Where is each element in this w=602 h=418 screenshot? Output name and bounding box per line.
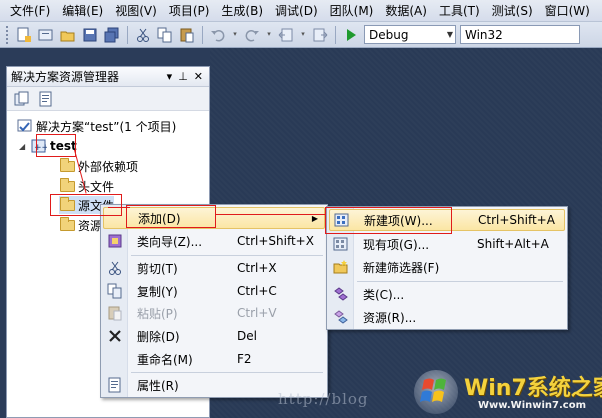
save-all-icon[interactable]	[103, 26, 121, 44]
menu-build[interactable]: 生成(B)	[215, 0, 269, 22]
solution-configuration-value: Debug	[369, 27, 409, 42]
existing-item-icon	[333, 236, 349, 252]
annotation-box-project	[36, 134, 76, 157]
show-all-files-icon[interactable]	[13, 90, 31, 108]
folder-context-menu: 添加(D) ▶ 类向导(Z)... Ctrl+Shift+X 剪切(T) Ctr…	[100, 204, 328, 398]
menu-data[interactable]: 数据(A)	[379, 0, 433, 22]
menu-tools[interactable]: 工具(T)	[433, 0, 486, 22]
properties-icon[interactable]	[37, 90, 55, 108]
annotation-box-new-item	[325, 207, 452, 234]
copy-icon	[107, 283, 123, 299]
menu-file[interactable]: 文件(F)	[4, 0, 56, 22]
window-position-icon[interactable]: ▾	[167, 70, 173, 83]
class-icon	[333, 286, 349, 302]
solution-explorer-titlebar: 解决方案资源管理器 ▾ ⊥ ✕	[7, 67, 209, 87]
tree-item-solution[interactable]: 解决方案“test”(1 个项目)	[17, 117, 176, 135]
menu-item-copy[interactable]: 复制(Y) Ctrl+C	[103, 280, 325, 302]
menu-view[interactable]: 视图(V)	[109, 0, 163, 22]
menu-team[interactable]: 团队(M)	[324, 0, 380, 22]
tree-item-resource-files[interactable]: 资源	[59, 216, 102, 234]
tree-item-solution-label: 解决方案“test”(1 个项目)	[36, 119, 177, 134]
menu-item-delete[interactable]: 删除(D) Del	[103, 325, 325, 347]
annotation-box-add	[126, 205, 216, 228]
watermark-logo: Win7系统之家 Www.Winwin7.com	[408, 366, 602, 418]
folder-icon	[59, 177, 75, 193]
open-folder-icon[interactable]	[59, 26, 77, 44]
menu-separator	[357, 281, 563, 282]
solution-explorer-toolbar	[7, 87, 209, 111]
watermark-url: http://blog	[278, 390, 369, 408]
new-filter-icon	[333, 259, 349, 275]
tree-item-label: 资源	[78, 218, 103, 233]
add-item-icon[interactable]	[37, 26, 55, 44]
tree-item-external-dependencies[interactable]: 外部依赖项	[59, 157, 138, 175]
menu-item-class[interactable]: 类(C)...	[329, 283, 565, 305]
redo-dropdown-icon[interactable]: ▾	[265, 26, 273, 44]
solution-platform-select[interactable]: Win32	[460, 25, 580, 44]
resource-icon	[333, 309, 349, 325]
copy-icon[interactable]	[156, 26, 174, 44]
close-icon[interactable]: ✕	[194, 70, 203, 83]
menu-test[interactable]: 测试(S)	[486, 0, 539, 22]
redo-icon[interactable]	[243, 26, 261, 44]
menu-item-class-wizard[interactable]: 类向导(Z)... Ctrl+Shift+X	[103, 230, 325, 252]
navigate-forward-icon[interactable]	[311, 26, 329, 44]
menu-item-new-filter[interactable]: 新建筛选器(F)	[329, 256, 565, 278]
folder-icon	[59, 157, 75, 173]
menu-item-rename[interactable]: 重命名(M) F2	[103, 348, 325, 370]
menu-edit[interactable]: 编辑(E)	[56, 0, 109, 22]
undo-dropdown-icon[interactable]: ▾	[231, 26, 239, 44]
menu-separator	[131, 372, 323, 373]
cut-icon	[107, 260, 123, 276]
solution-explorer-title: 解决方案资源管理器	[11, 70, 120, 84]
menu-window[interactable]: 窗口(W)	[539, 0, 596, 22]
paste-icon[interactable]	[178, 26, 196, 44]
collapse-triangle-icon[interactable]: ◢	[19, 142, 29, 151]
menu-item-cut[interactable]: 剪切(T) Ctrl+X	[103, 257, 325, 279]
undo-icon[interactable]	[209, 26, 227, 44]
chevron-down-icon: ▼	[446, 30, 453, 39]
watermark-site: Www.Winwin7.com	[478, 400, 587, 411]
standard-toolbar: ▾ ▾ ▾ Debug ▼ Win32	[0, 22, 602, 48]
solution-platform-value: Win32	[465, 27, 503, 42]
navigate-dropdown-icon[interactable]: ▾	[299, 26, 307, 44]
annotation-box-source-files	[50, 194, 122, 216]
menu-separator	[131, 255, 323, 256]
menu-item-resource[interactable]: 资源(R)...	[329, 306, 565, 328]
paste-icon	[107, 305, 123, 321]
tree-item-label: 外部依赖项	[78, 159, 139, 174]
properties-icon	[107, 377, 123, 393]
solution-configuration-select[interactable]: Debug ▼	[364, 25, 456, 44]
delete-icon	[107, 328, 123, 344]
solution-icon	[17, 119, 33, 133]
menu-item-existing-item[interactable]: 现有项(G)... Shift+Alt+A	[329, 233, 565, 255]
pin-icon[interactable]: ⊥	[178, 70, 188, 83]
menu-bar: 文件(F) 编辑(E) 视图(V) 项目(P) 生成(B) 调试(D) 团队(M…	[0, 0, 602, 22]
folder-icon	[59, 216, 75, 232]
toolbar-separator	[127, 25, 128, 44]
watermark-brand: Win7系统之家	[464, 376, 602, 401]
cut-icon[interactable]	[134, 26, 152, 44]
save-icon[interactable]	[81, 26, 99, 44]
start-debugging-icon[interactable]	[342, 26, 360, 44]
annotation-arrow-add-to-new	[216, 214, 326, 215]
new-project-icon[interactable]	[15, 26, 33, 44]
annotation-arrow-folder-to-add	[108, 207, 130, 208]
menu-item-paste[interactable]: 粘贴(P) Ctrl+V	[103, 302, 325, 324]
menu-project[interactable]: 项目(P)	[163, 0, 216, 22]
class-wizard-icon	[107, 233, 123, 249]
navigate-backward-icon[interactable]	[277, 26, 295, 44]
toolbar-separator	[335, 25, 336, 44]
menu-debug[interactable]: 调试(D)	[269, 0, 324, 22]
toolbar-separator	[202, 25, 203, 44]
toolbar-grip[interactable]	[6, 25, 9, 44]
